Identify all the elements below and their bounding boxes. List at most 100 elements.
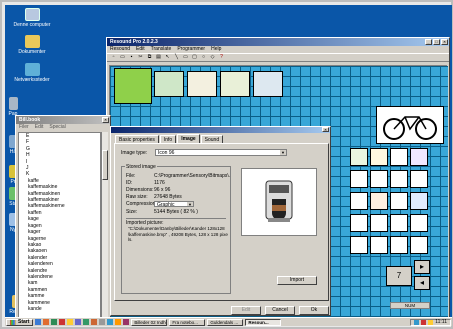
desktop-icon-computer[interactable]: Denne computer bbox=[9, 8, 55, 28]
save-icon[interactable]: ▪ bbox=[128, 54, 135, 61]
polygon-icon[interactable]: ◇ bbox=[209, 54, 216, 61]
properties-titlebar[interactable]: × bbox=[111, 127, 330, 133]
compression-select[interactable]: Graphic ▼ bbox=[154, 201, 194, 208]
picture-cell[interactable] bbox=[410, 170, 428, 188]
paste-icon[interactable]: ▤ bbox=[155, 54, 162, 61]
quicklaunch-app-icon[interactable] bbox=[83, 319, 90, 325]
tab-info[interactable]: Info bbox=[159, 135, 177, 143]
menu-edit[interactable]: Edit bbox=[136, 46, 145, 53]
close-button[interactable]: × bbox=[322, 127, 329, 132]
menu-special[interactable]: Special bbox=[49, 124, 65, 131]
picture-cell[interactable] bbox=[370, 236, 388, 254]
picture-cell[interactable] bbox=[410, 214, 428, 232]
task-button-resound[interactable]: Resoun... bbox=[245, 318, 282, 326]
menu-programmer[interactable]: Programmer bbox=[177, 46, 205, 53]
picture-cell[interactable] bbox=[350, 192, 368, 210]
picture-cell[interactable] bbox=[370, 148, 388, 166]
tab-sound[interactable]: Sound bbox=[200, 135, 224, 143]
picture-cell[interactable] bbox=[187, 71, 217, 97]
folder-icon bbox=[24, 35, 40, 48]
picture-cell[interactable] bbox=[350, 236, 368, 254]
quicklaunch-app-icon[interactable] bbox=[115, 319, 122, 325]
picture-cell[interactable] bbox=[220, 71, 250, 97]
start-button[interactable]: Start bbox=[6, 318, 34, 326]
picture-cell[interactable] bbox=[350, 214, 368, 232]
tray-network-icon[interactable] bbox=[414, 319, 420, 325]
edit-button[interactable]: Edit bbox=[231, 306, 261, 315]
picture-cell[interactable] bbox=[410, 192, 428, 210]
rect-icon[interactable]: ▭ bbox=[182, 54, 189, 61]
help-icon[interactable]: ? bbox=[218, 54, 225, 61]
prev-arrow-icon[interactable]: ◂ bbox=[414, 276, 430, 290]
minimize-button[interactable]: _ bbox=[425, 39, 432, 45]
tray-volume-icon[interactable] bbox=[428, 319, 434, 325]
maximize-button[interactable]: □ bbox=[433, 39, 440, 45]
picture-cell[interactable] bbox=[390, 148, 408, 166]
task-button-2[interactable]: Fra notebo... bbox=[169, 318, 206, 326]
scroll-thumb[interactable] bbox=[102, 150, 108, 180]
resound-titlebar[interactable]: Resound Pro 2.0.2.3 _ □ × bbox=[107, 38, 449, 46]
line-icon[interactable]: ╲ bbox=[173, 54, 180, 61]
ellipse-icon[interactable]: ○ bbox=[200, 54, 207, 61]
picture-cell[interactable] bbox=[370, 170, 388, 188]
menu-filer[interactable]: Filer bbox=[19, 124, 29, 131]
tab-basic-properties[interactable]: Basic properties bbox=[115, 135, 159, 143]
picture-cell[interactable] bbox=[114, 68, 152, 104]
tab-image[interactable]: Image bbox=[177, 134, 200, 143]
quicklaunch-app-icon[interactable] bbox=[51, 319, 58, 325]
menu-resound[interactable]: Resound bbox=[110, 46, 130, 53]
close-button[interactable]: × bbox=[102, 117, 109, 123]
list-item[interactable]: kande bbox=[19, 306, 100, 312]
close-button[interactable]: × bbox=[441, 39, 448, 45]
picture-cell[interactable] bbox=[253, 71, 283, 97]
tray-app-icon[interactable] bbox=[421, 319, 427, 325]
import-button[interactable]: Import bbox=[277, 276, 317, 285]
picture-cell[interactable] bbox=[390, 170, 408, 188]
quicklaunch-folder-icon[interactable] bbox=[67, 319, 74, 325]
desktop-icon-network[interactable]: Netværkssteder bbox=[9, 63, 55, 83]
task-button-3[interactable]: Guldendals ... bbox=[207, 318, 244, 326]
list-titlebar[interactable]: Bill.book × bbox=[16, 116, 110, 124]
open-icon[interactable]: ▭ bbox=[119, 54, 126, 61]
quicklaunch-ie-icon[interactable] bbox=[35, 319, 42, 325]
quicklaunch-app-icon[interactable] bbox=[59, 319, 66, 325]
picture-cell[interactable] bbox=[410, 148, 428, 166]
cancel-button[interactable]: Cancel bbox=[265, 306, 295, 315]
new-icon[interactable]: ▫ bbox=[110, 54, 117, 61]
copy-icon[interactable]: ⧉ bbox=[146, 54, 153, 61]
picture-cell[interactable] bbox=[350, 170, 368, 188]
word-listbox[interactable]: E F G H I J Kkaffe kaffemaskine kaffemaskinen kaf… bbox=[18, 132, 101, 320]
quicklaunch-app-icon[interactable] bbox=[43, 319, 50, 325]
picture-cell[interactable] bbox=[390, 236, 408, 254]
image-type-select[interactable]: Icon 96 ▼ bbox=[155, 149, 287, 156]
rect2-icon[interactable]: ▢ bbox=[191, 54, 198, 61]
cut-icon[interactable]: ✂ bbox=[137, 54, 144, 61]
compression-row: Compression: Graphic ▼ bbox=[126, 201, 194, 208]
page-number-box[interactable]: 7 bbox=[386, 266, 412, 286]
list-scrollbar[interactable] bbox=[101, 132, 108, 320]
menu-translate[interactable]: Translate bbox=[151, 46, 172, 53]
picture-cell-bicycle[interactable] bbox=[376, 106, 444, 144]
desktop-icon-documents[interactable]: Dokumenter bbox=[9, 35, 55, 55]
clock[interactable]: 11:11 bbox=[435, 319, 447, 325]
quicklaunch-app-icon[interactable] bbox=[75, 319, 82, 325]
menu-edit[interactable]: Edit bbox=[35, 124, 44, 131]
picture-cell[interactable] bbox=[154, 71, 184, 97]
task-button-1[interactable]: Billeder 02 Indhold bbox=[131, 318, 168, 326]
picture-cell[interactable] bbox=[350, 148, 368, 166]
desktop-icon-recycle[interactable]: Pap bbox=[7, 97, 19, 117]
quicklaunch-app-icon[interactable] bbox=[123, 319, 130, 325]
picture-cell[interactable] bbox=[390, 214, 408, 232]
next-arrow-icon[interactable]: ▸ bbox=[414, 260, 430, 274]
quicklaunch-app-icon[interactable] bbox=[91, 319, 98, 325]
quicklaunch-app-icon[interactable] bbox=[99, 319, 106, 325]
quicklaunch-app-icon[interactable] bbox=[107, 319, 114, 325]
picture-cell[interactable] bbox=[370, 192, 388, 210]
desktop: Denne computer Dokumenter Netværkssteder… bbox=[5, 5, 452, 326]
ok-button[interactable]: Ok bbox=[299, 306, 329, 315]
menu-help[interactable]: Help bbox=[211, 46, 221, 53]
picture-cell[interactable] bbox=[390, 192, 408, 210]
picture-cell[interactable] bbox=[370, 214, 388, 232]
pointer-icon[interactable]: ↖ bbox=[164, 54, 171, 61]
picture-cell[interactable] bbox=[410, 236, 428, 254]
